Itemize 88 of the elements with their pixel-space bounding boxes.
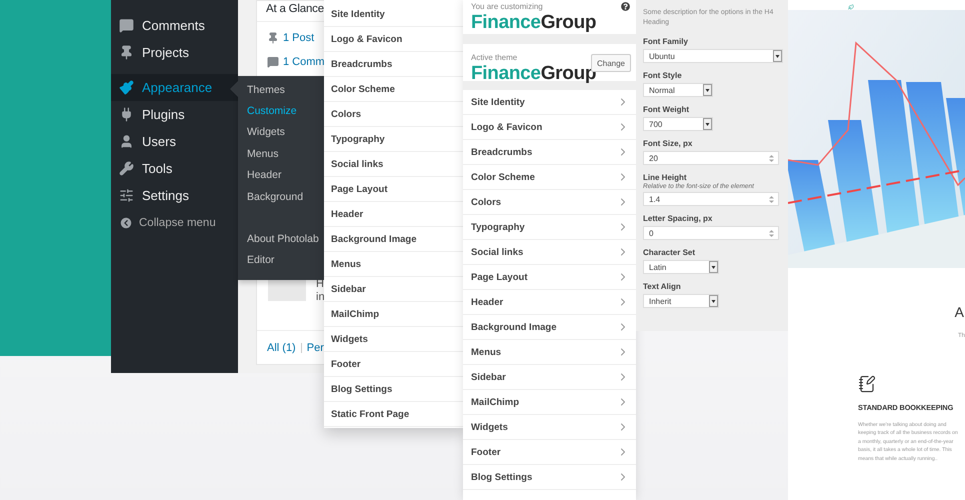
section-item[interactable]: Static Front Page: [324, 402, 466, 427]
sliders-icon: [119, 188, 134, 203]
section-item[interactable]: MailChimp: [463, 390, 636, 415]
change-button[interactable]: Change: [590, 54, 631, 72]
section-item[interactable]: Menus: [324, 252, 466, 277]
comment-text: in: [316, 291, 325, 304]
speech-bubble-icon: [119, 18, 134, 33]
section-item[interactable]: Social links: [324, 152, 466, 177]
menu-item[interactable]: Appearance: [111, 74, 238, 101]
number-field[interactable]: 20: [643, 151, 779, 165]
section-item[interactable]: Typography: [324, 127, 466, 152]
select-field[interactable]: 700: [643, 117, 713, 131]
submenu-item[interactable]: Editor: [238, 250, 324, 272]
menu-item[interactable]: Comments: [111, 12, 238, 39]
section-item[interactable]: Color Scheme: [324, 77, 466, 102]
submenu-item[interactable]: Menus: [238, 143, 324, 165]
submenu-item[interactable]: About Photolab: [238, 228, 324, 250]
customizing-label: You are customizing: [471, 2, 543, 12]
number-field[interactable]: 1.4: [643, 192, 779, 206]
select-field[interactable]: Inherit: [643, 294, 719, 308]
section-item[interactable]: Colors: [463, 190, 636, 215]
menu-item[interactable]: Tools: [111, 155, 238, 182]
select-field[interactable]: Latin: [643, 260, 719, 274]
pin-icon: [267, 32, 279, 44]
field-label: Character Set: [643, 248, 696, 259]
section-item[interactable]: Breadcrumbs: [463, 140, 636, 165]
select-field[interactable]: Normal: [643, 83, 713, 97]
paintbrush-icon: [119, 80, 134, 95]
section-item[interactable]: Sidebar: [324, 277, 466, 302]
submenu-item[interactable]: Widgets: [238, 122, 324, 144]
filter-link[interactable]: Per: [306, 342, 324, 354]
section-item[interactable]: Footer: [463, 440, 636, 465]
section-item[interactable]: Typography: [463, 215, 636, 240]
section-item[interactable]: Site Identity: [324, 2, 466, 27]
section-item[interactable]: Logo & Favicon: [463, 115, 636, 140]
field-label: Font Family: [643, 37, 689, 48]
help-icon[interactable]: [621, 2, 630, 11]
section-item[interactable]: Page Layout: [463, 265, 636, 290]
section-item[interactable]: Header: [324, 202, 466, 227]
submenu-item[interactable]: Customize: [238, 100, 324, 122]
section-item[interactable]: Widgets: [463, 415, 636, 440]
section-item[interactable]: Background Image: [463, 315, 636, 340]
section-item[interactable]: Logo & Favicon: [324, 27, 466, 52]
section-item[interactable]: Colors: [324, 102, 466, 127]
section-item[interactable]: Social links: [463, 240, 636, 265]
section-item[interactable]: Breadcrumbs: [324, 52, 466, 77]
field-label: Font Size, px: [643, 139, 694, 150]
section-item[interactable]: Menus: [463, 340, 636, 365]
field-label: Letter Spacing, px: [643, 214, 714, 225]
number-field[interactable]: 0: [643, 226, 779, 240]
menu-item[interactable]: Projects: [111, 39, 238, 66]
speech-bubble-icon: [267, 56, 279, 68]
section-item[interactable]: Site Identity: [463, 90, 636, 115]
section-item[interactable]: MailChimp: [324, 302, 466, 327]
section-item[interactable]: Blog Settings: [463, 465, 636, 490]
notebook-icon: [858, 375, 876, 393]
collapse-menu-button[interactable]: Collapse menu: [111, 209, 238, 236]
logo: FinanceGroup: [471, 12, 596, 34]
field-label: Font Style: [643, 71, 683, 82]
field-label: Line Height: [643, 173, 688, 183]
section-item[interactable]: Header: [463, 290, 636, 315]
select-field[interactable]: Ubuntu: [643, 49, 783, 63]
pin-icon: [119, 45, 134, 60]
section-item[interactable]: Page Layout: [324, 177, 466, 202]
submenu-item[interactable]: Themes: [238, 79, 324, 100]
submenu-item[interactable]: Header: [238, 164, 324, 186]
filter-link[interactable]: All (1): [267, 342, 296, 354]
section-item[interactable]: Background Image: [324, 227, 466, 252]
submenu-item[interactable]: Background: [238, 186, 324, 208]
leaf-icon: [848, 4, 854, 10]
field-label: Font Weight: [643, 105, 690, 116]
plug-icon: [119, 107, 134, 122]
menu-item[interactable]: Settings: [111, 182, 238, 209]
section-item[interactable]: Footer: [324, 352, 466, 377]
stat-link[interactable]: 1 Post: [283, 32, 314, 44]
active-theme-label: Active theme: [471, 53, 518, 63]
stat-link[interactable]: 1 Comm: [283, 56, 325, 68]
section-item[interactable]: Blog Settings: [324, 377, 466, 402]
menu-item[interactable]: Plugins: [111, 101, 238, 128]
section-item[interactable]: Widgets: [324, 327, 466, 352]
section-item[interactable]: Sidebar: [463, 365, 636, 390]
section-heading: A: [954, 304, 965, 320]
field-label: Text Align: [643, 282, 682, 293]
collapse-icon: [119, 216, 133, 230]
person-icon: [119, 134, 134, 149]
menu-item[interactable]: Users: [111, 128, 238, 155]
section-item[interactable]: Color Scheme: [463, 165, 636, 190]
wrench-icon: [119, 161, 134, 176]
